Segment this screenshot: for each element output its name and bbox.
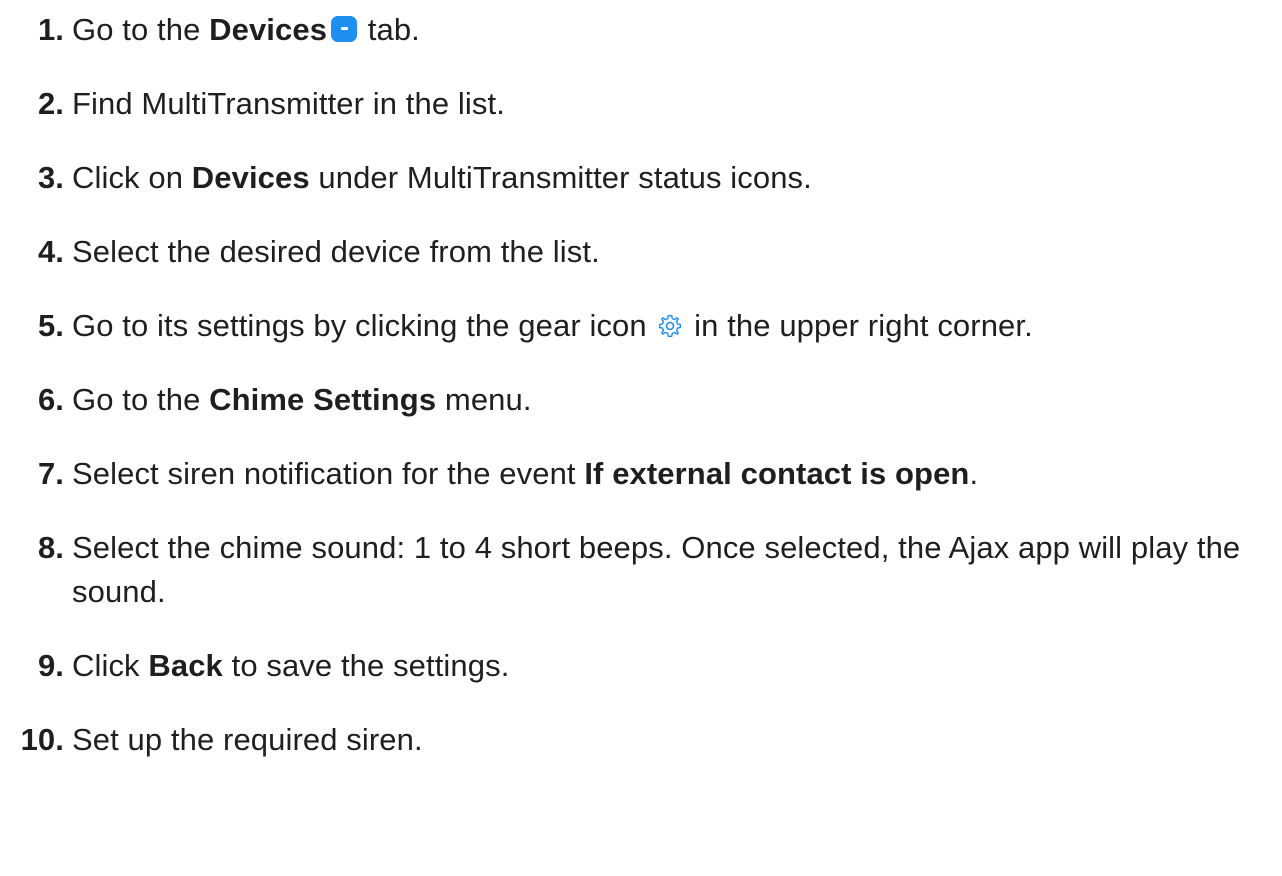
- step-text: Find MultiTransmitter in the list.: [72, 86, 505, 121]
- devices-tab-icon: [331, 16, 358, 42]
- step-number: 1.: [37, 12, 64, 47]
- step-8: 8. Select the chime sound: 1 to 4 short …: [0, 526, 1282, 616]
- devices-label: Devices: [209, 12, 328, 47]
- step-number: 10.: [20, 722, 64, 757]
- step-number: 5.: [37, 308, 64, 343]
- step-text: Select the desired device from the list.: [72, 234, 600, 269]
- step-number: 8.: [37, 530, 64, 565]
- step-text: Select siren notification for the event …: [72, 456, 979, 491]
- step-number: 9.: [37, 648, 64, 683]
- step-text: Go to the Chime Settings menu.: [72, 382, 532, 417]
- step-number: 7.: [37, 456, 64, 491]
- step-text: Click on Devices under MultiTransmitter …: [72, 160, 812, 195]
- event-label: If external contact is open: [584, 456, 970, 491]
- back-label: Back: [148, 648, 223, 683]
- devices-label: Devices: [191, 160, 310, 195]
- step-text: Set up the required siren.: [72, 722, 423, 757]
- chime-settings-label: Chime Settings: [209, 382, 437, 417]
- step-number: 6.: [37, 382, 64, 417]
- step-text: Go to its settings by clicking the gear …: [72, 308, 1033, 343]
- step-text: Go to the Devices tab.: [72, 12, 420, 47]
- gear-icon: [659, 315, 682, 337]
- step-number: 4.: [37, 234, 64, 269]
- step-number: 3.: [37, 160, 64, 195]
- step-number: 2.: [37, 86, 64, 121]
- step-text: Select the chime sound: 1 to 4 short bee…: [72, 530, 1241, 609]
- step-text: Click Back to save the settings.: [72, 648, 510, 683]
- instruction-steps: 1. Go to the Devices tab. 2. Find MultiT…: [0, 0, 1282, 876]
